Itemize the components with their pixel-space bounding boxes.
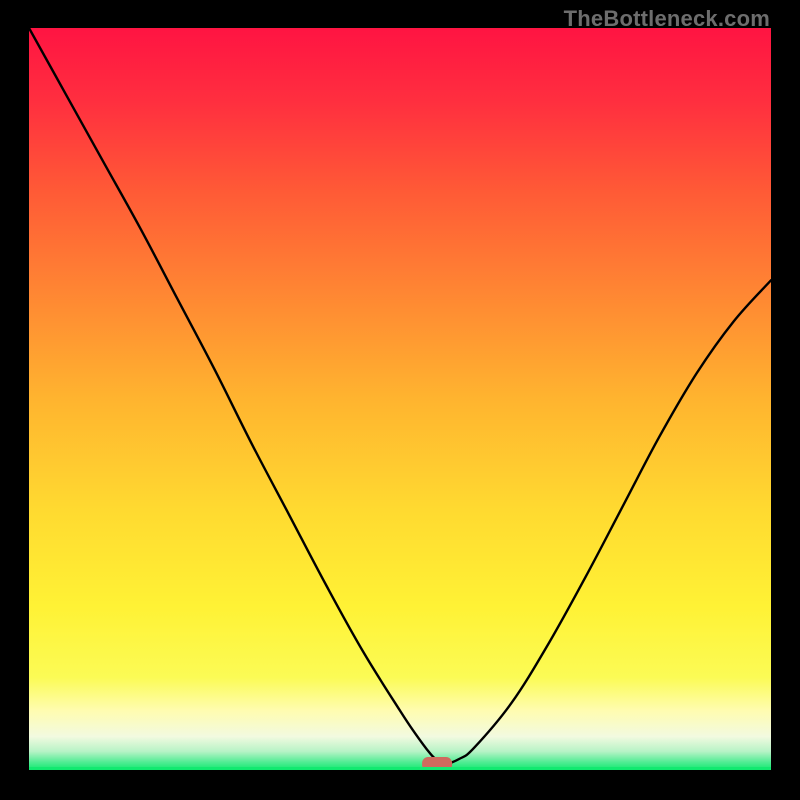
bottleneck-curve: [29, 28, 771, 764]
curve-layer: [29, 28, 771, 770]
chart-frame: TheBottleneck.com: [0, 0, 800, 800]
plot-area: [29, 28, 771, 770]
